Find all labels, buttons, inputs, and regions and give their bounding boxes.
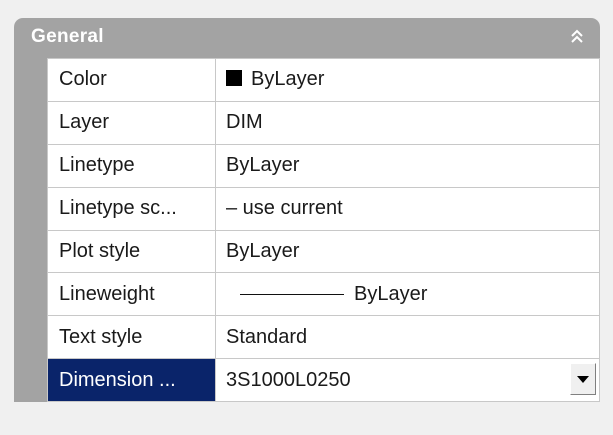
property-value[interactable]: ByLayer: [215, 229, 600, 274]
property-row-linetype[interactable]: Linetype ByLayer: [47, 143, 600, 188]
property-row-plot-style[interactable]: Plot style ByLayer: [47, 229, 600, 274]
color-swatch-icon: [226, 70, 242, 87]
dimension-style-select[interactable]: 3S1000L0250: [215, 358, 600, 402]
chevron-double-up-icon[interactable]: [568, 27, 586, 47]
property-value-cell[interactable]: ByLayer: [215, 272, 600, 317]
property-value[interactable]: DIM: [215, 100, 600, 145]
property-grid: Color ByLayer Layer DIM Linetype ByLayer…: [47, 58, 600, 402]
property-name: Dimension ...: [47, 358, 216, 402]
property-name: Lineweight: [47, 272, 216, 317]
property-row-layer[interactable]: Layer DIM: [47, 100, 600, 145]
property-value: 3S1000L0250: [226, 368, 351, 391]
property-name: Linetype sc...: [47, 186, 216, 231]
property-name: Linetype: [47, 143, 216, 188]
property-row-color[interactable]: Color ByLayer: [47, 58, 600, 102]
property-value[interactable]: ByLayer: [215, 143, 600, 188]
section-title: General: [31, 26, 104, 47]
property-value: ByLayer: [251, 68, 325, 91]
property-name: Layer: [47, 100, 216, 145]
section-left-strip: [14, 58, 47, 402]
section-header-general[interactable]: General: [14, 18, 600, 58]
property-value[interactable]: – use current: [215, 186, 600, 231]
lineweight-preview-line: [240, 294, 344, 296]
property-name: Plot style: [47, 229, 216, 274]
property-row-lineweight[interactable]: Lineweight ByLayer: [47, 272, 600, 317]
property-row-dimension-style[interactable]: Dimension ... 3S1000L0250: [47, 358, 600, 402]
property-row-linetype-scale[interactable]: Linetype sc... – use current: [47, 186, 600, 231]
dropdown-arrow-icon[interactable]: [570, 363, 596, 396]
property-value[interactable]: Standard: [215, 315, 600, 360]
property-name: Text style: [47, 315, 216, 360]
property-value-cell[interactable]: ByLayer: [215, 58, 600, 102]
properties-panel: General Color ByLayer Layer DIM Linetype…: [0, 0, 613, 435]
property-value: ByLayer: [354, 282, 428, 305]
property-row-text-style[interactable]: Text style Standard: [47, 315, 600, 360]
property-name: Color: [47, 58, 216, 102]
